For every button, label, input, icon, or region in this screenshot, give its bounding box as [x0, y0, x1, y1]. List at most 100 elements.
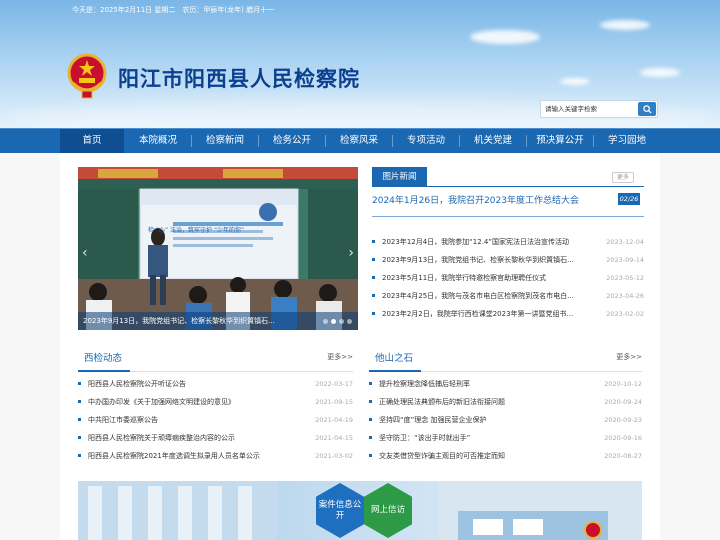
list-item-title[interactable]: 阳西县人民检察院2021年度选调生拟录用人员名单公示 [88, 447, 260, 465]
list-item-date: 2021-09-15 [315, 398, 353, 406]
list-item[interactable]: 中共阳江市委巡察公告 2021-04-19 [78, 411, 353, 429]
list-item-title[interactable]: 正确处理民法典颁布后的新旧法衔接问题 [379, 393, 505, 411]
list-item[interactable]: 2023年5月11日，我院举行特邀检察官助理聘任仪式 2023-05-12 [372, 269, 644, 287]
bullet-icon [78, 454, 81, 457]
section-title-underline [78, 370, 130, 372]
bullet-icon [372, 258, 375, 261]
tashan-news-list: 提升检察理念降低捕后轻刑率 2020-10-12 正确处理民法典颁布后的新旧法衔接… [369, 375, 642, 465]
nav-item-about[interactable]: 本院概况 [125, 129, 191, 153]
slide-screen-text: 检 “心” 法治，筑牢守护 “少年的你” [148, 227, 245, 234]
site-header: 今天是：2025年2月11日 星期二 农历：甲辰年(龙年) 腊月十一 阳江市阳西… [0, 0, 720, 128]
list-item-title[interactable]: 2023年5月11日，我院举行特邀检察官助理聘任仪式 [382, 269, 546, 287]
bullet-icon [369, 400, 372, 403]
list-item-date: 2020-10-12 [604, 380, 642, 388]
bullet-icon [78, 382, 81, 385]
tashan-section-title[interactable]: 他山之石 [375, 350, 413, 364]
list-item-title[interactable]: 坚持四“度”理念 加强民营企业保护 [379, 411, 486, 429]
list-item[interactable]: 阳西县人民检察院公开听证公告 2022-03-17 [78, 375, 353, 393]
list-item[interactable]: 阳西县人民检察院2021年度选调生拟录用人员名单公示 2021-03-02 [78, 447, 353, 465]
list-item[interactable]: 正确处理民法典颁布后的新旧法衔接问题 2020-09-24 [369, 393, 642, 411]
list-item-title[interactable]: 坚守防卫：“该出手时就出手” [379, 429, 470, 447]
list-item-title[interactable]: 2023年9月13日，我院党组书记、检察长黎秋华到织篢镇石... [382, 251, 574, 269]
nav-item-style[interactable]: 检察风采 [326, 129, 392, 153]
list-item-title[interactable]: 提升检察理念降低捕后轻刑率 [379, 375, 470, 393]
list-item[interactable]: 提升检察理念降低捕后轻刑率 2020-10-12 [369, 375, 642, 393]
nav-item-home[interactable]: 首页 [60, 129, 124, 153]
list-item-date: 2023-02-02 [606, 310, 644, 318]
bullet-icon [372, 294, 375, 297]
list-item-date: 2021-04-15 [315, 434, 353, 442]
photo-slider[interactable]: 检 “心” 法治，筑牢守护 “少年的你” ‹ › 2023年9月13日，我院党组… [78, 167, 358, 330]
list-item[interactable]: 2023年12月4日，我院参加“12.4”国家宪法日法治宣传活动 2023-12-… [372, 233, 644, 251]
list-item[interactable]: 2023年4月25日，我院与茂名市电白区检察院到茂名市电白... 2023-04-… [372, 287, 644, 305]
list-item[interactable]: 坚守防卫：“该出手时就出手” 2020-09-16 [369, 429, 642, 447]
list-item-title[interactable]: 2023年12月4日，我院参加“12.4”国家宪法日法治宣传活动 [382, 233, 569, 251]
tab-picture-news[interactable]: 图片新闻 [372, 167, 427, 187]
list-item-title[interactable]: 中办国办印发《关于加强网络文明建设的意见》 [88, 393, 235, 411]
bullet-icon [369, 382, 372, 385]
list-item-date: 2023-05-12 [606, 274, 644, 282]
bullet-icon [78, 436, 81, 439]
cloud-decoration [560, 78, 590, 85]
xijian-section-title[interactable]: 西检动态 [84, 350, 122, 364]
slider-prev-arrow-icon[interactable]: ‹ [82, 245, 88, 261]
list-item-title[interactable]: 阳西县人民检察院公开听证公告 [88, 375, 186, 393]
bullet-icon [372, 240, 375, 243]
slider-dot[interactable] [323, 319, 328, 324]
nav-item-budget[interactable]: 预决算公开 [527, 129, 593, 153]
bullet-icon [369, 418, 372, 421]
slide-caption[interactable]: 2023年9月13日，我院党组书记、检察长黎秋华到织篢镇石... [78, 312, 358, 330]
list-item[interactable]: 2023年9月13日，我院党组书记、检察长黎秋华到织篢镇石... 2023-09-… [372, 251, 644, 269]
list-item-title[interactable]: 交友类借贷型诈骗主观目的可否推定而知 [379, 447, 505, 465]
list-item-date: 2023-12-04 [606, 238, 644, 246]
nav-item-affairs-open[interactable]: 检务公开 [259, 129, 325, 153]
date-line: 今天是：2025年2月11日 星期二 农历：甲辰年(龙年) 腊月十一 [72, 6, 275, 14]
list-item-date: 2020-09-23 [604, 416, 642, 424]
bullet-icon [372, 312, 375, 315]
slider-dots [323, 319, 352, 324]
picture-news-panel: 图片新闻 更多 2024年1月26日，我院召开2023年度工作总结大会 02/2… [372, 167, 644, 229]
list-item[interactable]: 中办国办印发《关于加强网络文明建设的意见》 2021-09-15 [78, 393, 353, 411]
list-item-title[interactable]: 2023年2月2日，我院举行西检课堂2023年第一讲暨党组书... [382, 305, 573, 323]
slider-dot[interactable] [347, 319, 352, 324]
nav-item-party[interactable]: 机关党建 [460, 129, 526, 153]
list-item-title[interactable]: 中共阳江市委巡察公告 [88, 411, 158, 429]
cloud-decoration [470, 30, 540, 44]
nav-item-activities[interactable]: 专项活动 [393, 129, 459, 153]
list-item[interactable]: 坚持四“度”理念 加强民营企业保护 2020-09-23 [369, 411, 642, 429]
slider-next-arrow-icon[interactable]: › [348, 245, 354, 261]
cloud-decoration [640, 68, 680, 77]
picture-news-page-indicator: 02/26 [618, 193, 640, 205]
list-item-date: 2020-08-27 [604, 452, 642, 460]
picture-news-list: 2023年12月4日，我院参加“12.4”国家宪法日法治宣传活动 2023-12-… [372, 233, 644, 323]
slider-dot-active[interactable] [331, 319, 336, 324]
list-item[interactable]: 阳西县人民检察院关于顽瘴痼疾整治内容的公示 2021-04-15 [78, 429, 353, 447]
tashan-more-link[interactable]: 更多>> [616, 352, 642, 362]
search-input[interactable] [545, 103, 635, 115]
site-title: 阳江市阳西县人民检察院 [118, 67, 360, 91]
section-divider [372, 186, 644, 187]
list-item-date: 2023-04-26 [606, 292, 644, 300]
bullet-icon [78, 400, 81, 403]
picture-news-more-link[interactable]: 更多 [612, 172, 634, 183]
search-button[interactable] [638, 102, 656, 116]
search-icon [642, 104, 652, 114]
list-item[interactable]: 2023年2月2日，我院举行西检课堂2023年第一讲暨党组书... 2023-02… [372, 305, 644, 323]
list-item[interactable]: 交友类借贷型诈骗主观目的可否推定而知 2020-08-27 [369, 447, 642, 465]
list-item-title[interactable]: 阳西县人民检察院关于顽瘴痼疾整治内容的公示 [88, 429, 235, 447]
list-item-date: 2021-03-02 [315, 452, 353, 460]
list-item-date: 2020-09-24 [604, 398, 642, 406]
section-divider [372, 216, 644, 217]
list-item-date: 2020-09-16 [604, 434, 642, 442]
nav-item-news[interactable]: 检察新闻 [192, 129, 258, 153]
search-box [540, 100, 658, 118]
xijian-more-link[interactable]: 更多>> [327, 352, 353, 362]
list-item-title[interactable]: 2023年4月25日，我院与茂名市电白区检察院到茂名市电白... [382, 287, 574, 305]
bullet-icon [369, 454, 372, 457]
picture-news-headline[interactable]: 2024年1月26日，我院召开2023年度工作总结大会 [372, 193, 579, 206]
nav-item-study[interactable]: 学习园地 [594, 129, 660, 153]
main-nav: 首页 本院概况 检察新闻 检务公开 检察风采 专项活动 机关党建 预决算公开 学… [0, 128, 720, 153]
slider-dot[interactable] [339, 319, 344, 324]
procuratorate-emblem-icon [67, 53, 107, 99]
xijian-news-list: 阳西县人民检察院公开听证公告 2022-03-17 中办国办印发《关于加强网络文明… [78, 375, 353, 465]
